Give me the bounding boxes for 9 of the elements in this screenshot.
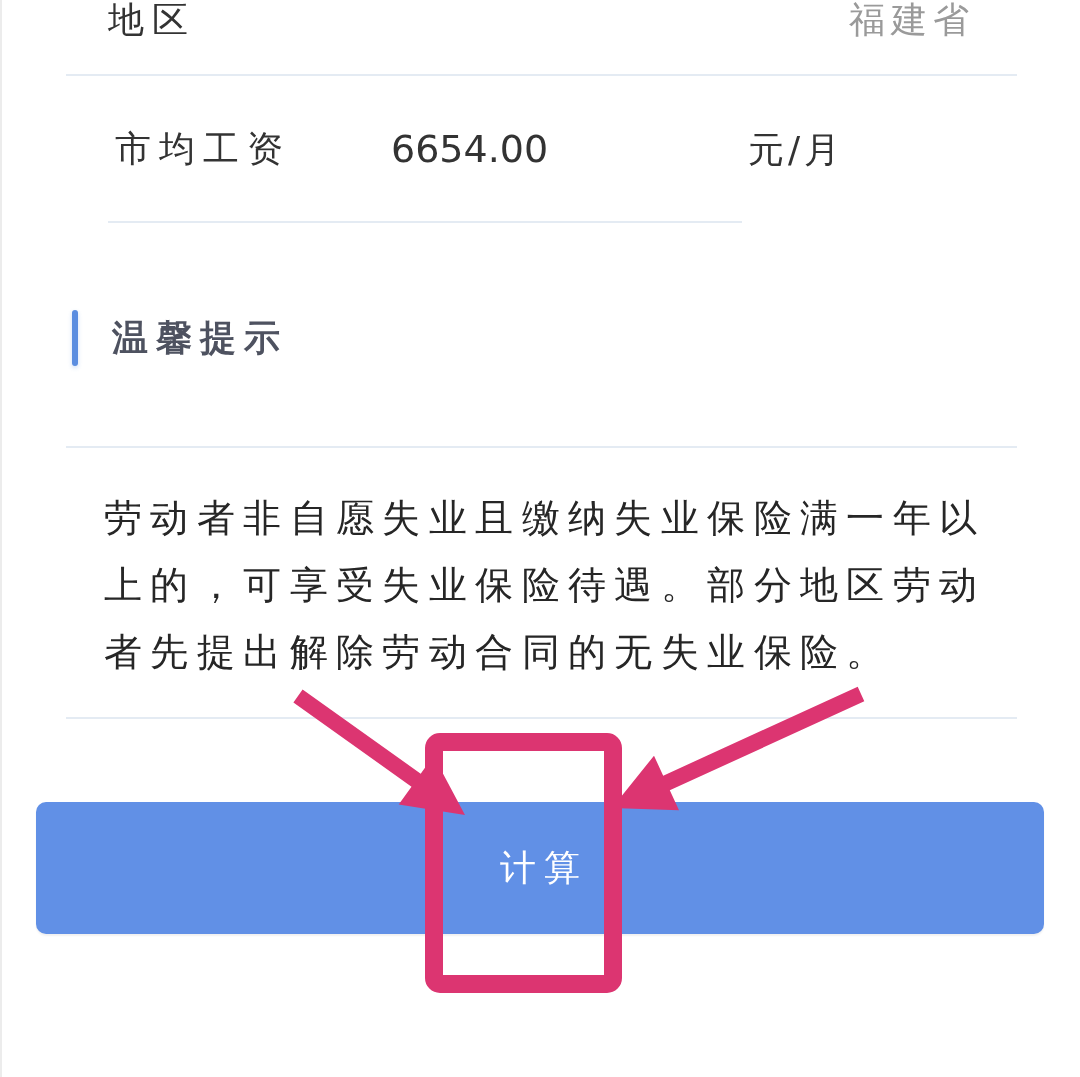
- wage-label: 市均工资: [115, 128, 291, 169]
- unit-label: 元/月: [748, 129, 845, 170]
- region-label: 地区: [108, 0, 196, 40]
- heading-accent-bar: [72, 310, 78, 366]
- section-title: 温馨提示: [112, 318, 288, 358]
- region-value[interactable]: 福建省: [849, 0, 975, 40]
- notice-paragraph: 劳动者非自愿失业且缴纳失业保险满一年以上的，可享受失业保险待遇。部分地区劳动者先提出解除劳动合同的无失业保险。: [104, 495, 987, 676]
- wage-value: 6654.00: [391, 126, 549, 171]
- calculate-button[interactable]: 计算: [36, 802, 1044, 934]
